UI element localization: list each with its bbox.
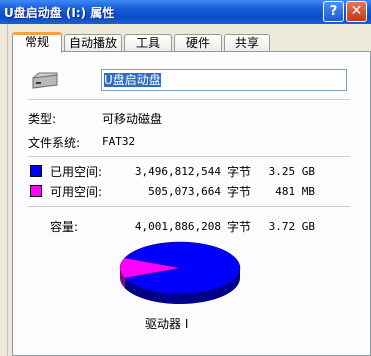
window-title: U盘启动盘 (I:) 属性	[4, 6, 115, 20]
free-space-size: 481 MB	[275, 185, 315, 198]
help-button[interactable]: ?	[323, 1, 344, 22]
filesystem-label: 文件系统:	[28, 136, 81, 150]
used-space-size: 3.25 GB	[268, 165, 315, 178]
separator	[28, 206, 350, 207]
volume-name-text: U盘启动盘	[104, 73, 161, 87]
capacity-bytes: 4,001,886,208	[134, 220, 221, 233]
general-tab-panel	[12, 51, 371, 356]
close-button[interactable]: ✕	[346, 1, 367, 22]
used-space-color-swatch	[30, 165, 42, 177]
free-space-color-swatch	[30, 185, 42, 197]
used-space-label: 已用空间:	[50, 165, 103, 179]
type-label: 类型:	[28, 112, 57, 126]
free-space-bytes: 505,073,664	[148, 185, 221, 198]
tab-general[interactable]: 常规	[12, 32, 62, 53]
filesystem-value: FAT32	[102, 135, 136, 148]
tab-sharing[interactable]: 共享	[224, 34, 270, 52]
capacity-unit: 字节	[227, 220, 252, 234]
capacity-size: 3.72 GB	[268, 220, 315, 233]
volume-name-field[interactable]: U盘启动盘	[101, 69, 347, 91]
drive-letter-label: 驱动器 I	[145, 317, 189, 331]
capacity-label: 容量:	[50, 220, 79, 234]
separator	[28, 156, 350, 157]
used-space-bytes: 3,496,812,544	[134, 165, 221, 178]
tab-autoplay[interactable]: 自动播放	[64, 34, 122, 52]
free-space-label: 可用空间:	[50, 185, 103, 199]
tab-tools[interactable]: 工具	[124, 34, 172, 52]
used-space-unit: 字节	[227, 165, 252, 179]
title-bar: U盘启动盘 (I:) 属性 ? ✕	[0, 0, 371, 24]
background-window-edge	[0, 24, 8, 356]
free-space-unit: 字节	[227, 185, 252, 199]
tab-hardware[interactable]: 硬件	[174, 34, 222, 52]
type-value: 可移动磁盘	[102, 112, 163, 126]
removable-drive-icon	[32, 72, 58, 89]
separator	[28, 99, 350, 100]
disk-usage-pie-chart	[119, 241, 241, 304]
